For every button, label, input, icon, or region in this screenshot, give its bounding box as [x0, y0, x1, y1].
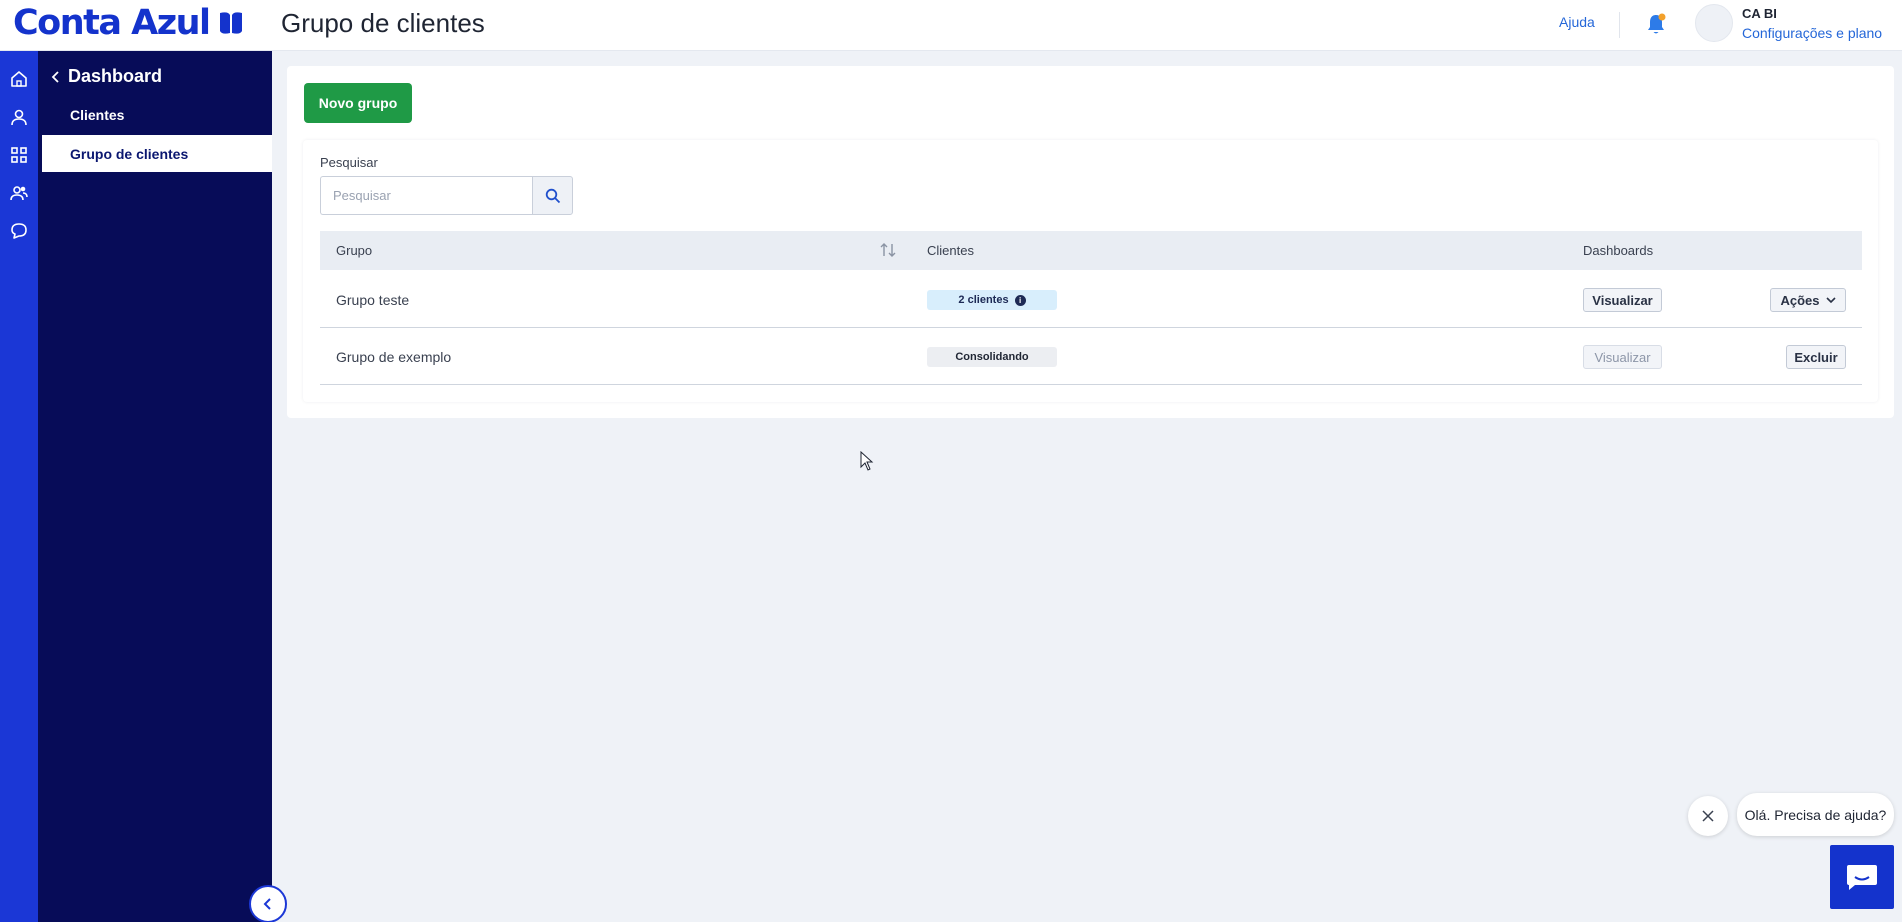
- sidebar: Dashboard Clientes Grupo de clientes: [38, 51, 272, 922]
- badge-label: Consolidando: [955, 351, 1029, 363]
- search-label: Pesquisar: [320, 155, 378, 170]
- sidebar-item-grupo-de-clientes[interactable]: Grupo de clientes: [42, 135, 272, 172]
- actions-dropdown-button[interactable]: Ações: [1770, 288, 1846, 312]
- notification-bell-icon[interactable]: [1645, 12, 1667, 36]
- settings-plan-link[interactable]: Configurações e plano: [1742, 25, 1882, 41]
- collapse-sidebar-button[interactable]: [249, 885, 287, 922]
- logo-mark-icon: [219, 12, 242, 34]
- sidebar-item-label: Clientes: [70, 106, 125, 123]
- column-header-dashboards: Dashboards: [1583, 243, 1654, 258]
- help-link[interactable]: Ajuda: [1559, 14, 1595, 30]
- sort-icon[interactable]: [879, 241, 897, 259]
- chat-launcher-button[interactable]: [1830, 845, 1894, 909]
- column-header-clientes: Clientes: [927, 243, 974, 258]
- avatar[interactable]: [1695, 4, 1733, 42]
- chat-greeting-bubble[interactable]: Olá. Precisa de ajuda?: [1737, 793, 1894, 836]
- sidebar-item-clientes[interactable]: Clientes: [42, 96, 272, 133]
- new-group-button[interactable]: Novo grupo: [304, 83, 412, 123]
- conta-azul-logo[interactable]: Conta Azul: [13, 3, 244, 43]
- icon-rail: [0, 51, 38, 922]
- info-icon: i: [1014, 294, 1026, 306]
- home-icon[interactable]: [5, 65, 33, 93]
- table-row: Grupo teste 2 clientes i Visualizar Açõe…: [320, 271, 1862, 328]
- chevron-left-icon: [263, 898, 271, 910]
- group-name: Grupo de exemplo: [336, 349, 452, 365]
- button-label: Visualizar: [1594, 349, 1651, 365]
- mouse-cursor-icon: [860, 451, 874, 471]
- button-label: Excluir: [1794, 349, 1838, 365]
- page-title: Grupo de clientes: [281, 8, 485, 38]
- chat-icon[interactable]: [5, 217, 33, 245]
- chevron-down-icon: [1825, 297, 1836, 304]
- button-label: Ações: [1780, 292, 1820, 308]
- chevron-left-icon: [51, 70, 59, 83]
- user-icon[interactable]: [5, 103, 33, 131]
- user-name: CA BI: [1742, 6, 1777, 21]
- view-dashboard-button: Visualizar: [1583, 345, 1662, 369]
- header-divider: [1619, 12, 1620, 38]
- column-header-grupo[interactable]: Grupo: [336, 243, 372, 258]
- search-icon: [545, 188, 560, 203]
- table-row: Grupo de exemplo Consolidando Visualizar…: [320, 328, 1862, 385]
- sidebar-item-label: Grupo de clientes: [70, 145, 189, 162]
- search-button[interactable]: [532, 176, 573, 215]
- view-dashboard-button[interactable]: Visualizar: [1583, 288, 1662, 312]
- clients-count-badge[interactable]: 2 clientes i: [927, 290, 1057, 310]
- chat-close-button[interactable]: [1688, 796, 1728, 836]
- close-icon: [1702, 810, 1714, 822]
- status-badge: Consolidando: [927, 347, 1057, 367]
- sidebar-back-label: Dashboard: [68, 66, 163, 86]
- logo-text: Conta Azul: [13, 3, 211, 43]
- sidebar-back-dashboard[interactable]: Dashboard: [50, 66, 162, 87]
- users-icon[interactable]: [5, 179, 33, 207]
- top-header: Conta Azul Grupo de clientes Ajuda CA BI…: [0, 0, 1902, 51]
- group-name: Grupo teste: [336, 292, 410, 308]
- button-label: Visualizar: [1592, 292, 1653, 308]
- delete-button[interactable]: Excluir: [1786, 345, 1846, 369]
- grid-icon[interactable]: [5, 141, 33, 169]
- badge-label: 2 clientes: [958, 294, 1009, 306]
- table-header: Grupo Clientes Dashboards: [320, 231, 1862, 270]
- chat-bubble-icon: [1847, 865, 1877, 890]
- search-input[interactable]: Pesquisar: [320, 176, 532, 215]
